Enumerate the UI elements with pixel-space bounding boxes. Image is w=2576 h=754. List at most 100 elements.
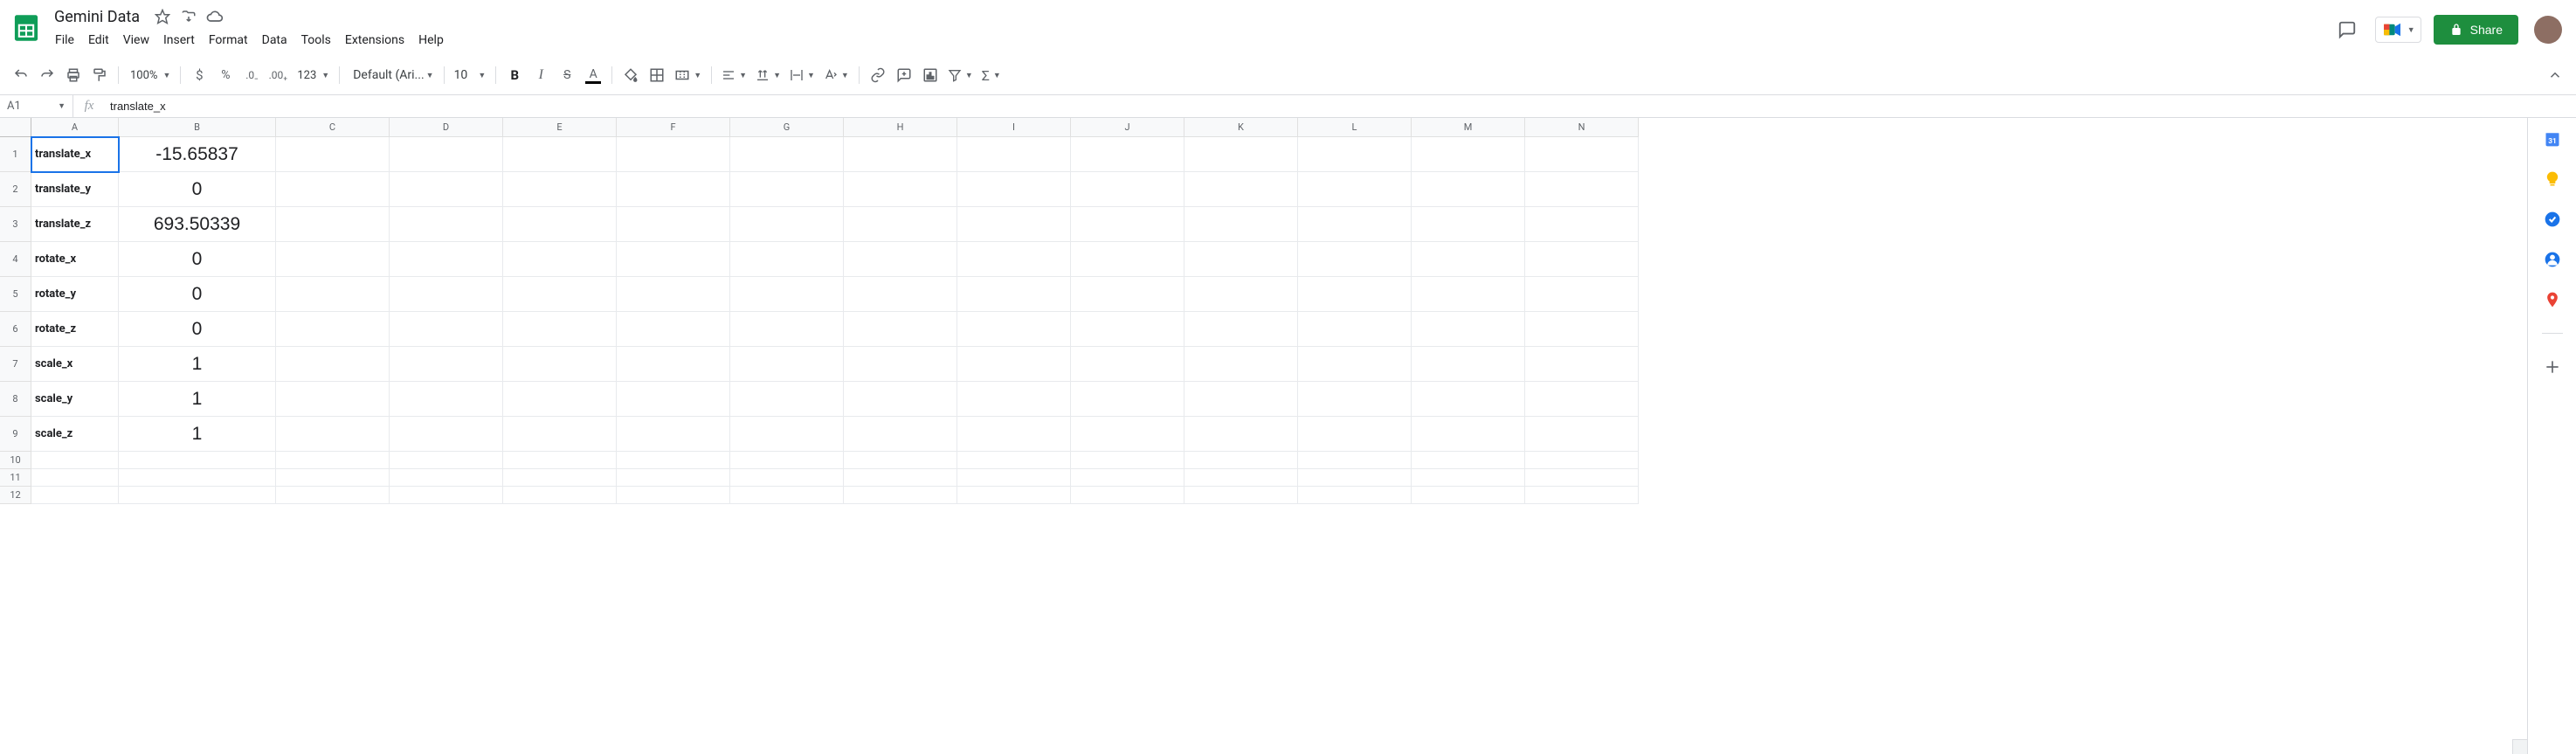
document-title[interactable]: Gemini Data bbox=[49, 6, 145, 28]
star-icon[interactable] bbox=[154, 8, 171, 25]
cell-M8[interactable] bbox=[1412, 382, 1525, 417]
row-header-12[interactable]: 12 bbox=[0, 487, 31, 504]
cell-F7[interactable] bbox=[617, 347, 730, 382]
cell-K11[interactable] bbox=[1184, 469, 1298, 487]
cell-D6[interactable] bbox=[390, 312, 503, 347]
cell-L5[interactable] bbox=[1298, 277, 1412, 312]
cell-G10[interactable] bbox=[730, 452, 844, 469]
cell-C3[interactable] bbox=[276, 207, 390, 242]
cell-D8[interactable] bbox=[390, 382, 503, 417]
cell-B11[interactable] bbox=[119, 469, 276, 487]
menu-insert[interactable]: Insert bbox=[157, 30, 201, 51]
cell-B5[interactable]: 0 bbox=[119, 277, 276, 312]
cell-K9[interactable] bbox=[1184, 417, 1298, 452]
cell-F9[interactable] bbox=[617, 417, 730, 452]
cell-F8[interactable] bbox=[617, 382, 730, 417]
cell-L10[interactable] bbox=[1298, 452, 1412, 469]
cell-G3[interactable] bbox=[730, 207, 844, 242]
cell-B6[interactable]: 0 bbox=[119, 312, 276, 347]
cell-A2[interactable]: translate_y bbox=[31, 172, 119, 207]
menu-format[interactable]: Format bbox=[203, 30, 254, 51]
cell-A6[interactable]: rotate_z bbox=[31, 312, 119, 347]
cell-K4[interactable] bbox=[1184, 242, 1298, 277]
row-header-3[interactable]: 3 bbox=[0, 207, 31, 242]
row-header-2[interactable]: 2 bbox=[0, 172, 31, 207]
cell-F10[interactable] bbox=[617, 452, 730, 469]
keep-icon[interactable] bbox=[2544, 170, 2561, 188]
cell-E10[interactable] bbox=[503, 452, 617, 469]
font-size-dropdown[interactable]: 10▼ bbox=[451, 63, 490, 87]
functions-button[interactable]: Σ▼ bbox=[978, 63, 1005, 87]
cell-M4[interactable] bbox=[1412, 242, 1525, 277]
cell-C1[interactable] bbox=[276, 137, 390, 172]
cell-H3[interactable] bbox=[844, 207, 957, 242]
cell-F4[interactable] bbox=[617, 242, 730, 277]
cell-C7[interactable] bbox=[276, 347, 390, 382]
cell-K2[interactable] bbox=[1184, 172, 1298, 207]
cell-C11[interactable] bbox=[276, 469, 390, 487]
cell-D7[interactable] bbox=[390, 347, 503, 382]
cell-E4[interactable] bbox=[503, 242, 617, 277]
cell-D3[interactable] bbox=[390, 207, 503, 242]
col-header-E[interactable]: E bbox=[503, 118, 617, 137]
meet-button[interactable]: ▼ bbox=[2375, 17, 2421, 43]
select-all-corner[interactable] bbox=[0, 118, 31, 137]
cell-M3[interactable] bbox=[1412, 207, 1525, 242]
cell-B9[interactable]: 1 bbox=[119, 417, 276, 452]
col-header-D[interactable]: D bbox=[390, 118, 503, 137]
cell-E1[interactable] bbox=[503, 137, 617, 172]
cell-L4[interactable] bbox=[1298, 242, 1412, 277]
menu-data[interactable]: Data bbox=[256, 30, 294, 51]
cell-N5[interactable] bbox=[1525, 277, 1639, 312]
cell-E2[interactable] bbox=[503, 172, 617, 207]
cell-I4[interactable] bbox=[957, 242, 1071, 277]
row-header-7[interactable]: 7 bbox=[0, 347, 31, 382]
cell-J2[interactable] bbox=[1071, 172, 1184, 207]
strikethrough-button[interactable]: S bbox=[555, 63, 579, 87]
cell-K12[interactable] bbox=[1184, 487, 1298, 504]
cell-E8[interactable] bbox=[503, 382, 617, 417]
tasks-icon[interactable] bbox=[2544, 211, 2561, 228]
cell-B2[interactable]: 0 bbox=[119, 172, 276, 207]
format-currency-button[interactable]: $ bbox=[187, 63, 211, 87]
row-header-1[interactable]: 1 bbox=[0, 137, 31, 172]
cell-J5[interactable] bbox=[1071, 277, 1184, 312]
cell-M9[interactable] bbox=[1412, 417, 1525, 452]
cell-D9[interactable] bbox=[390, 417, 503, 452]
move-icon[interactable] bbox=[180, 8, 197, 25]
cell-I8[interactable] bbox=[957, 382, 1071, 417]
cell-C6[interactable] bbox=[276, 312, 390, 347]
cell-A5[interactable]: rotate_y bbox=[31, 277, 119, 312]
cell-J9[interactable] bbox=[1071, 417, 1184, 452]
get-addons-icon[interactable] bbox=[2544, 358, 2561, 376]
cell-E5[interactable] bbox=[503, 277, 617, 312]
cell-L8[interactable] bbox=[1298, 382, 1412, 417]
cell-D1[interactable] bbox=[390, 137, 503, 172]
fill-color-button[interactable] bbox=[618, 63, 643, 87]
cell-G5[interactable] bbox=[730, 277, 844, 312]
zoom-dropdown[interactable]: 100%▼ bbox=[125, 63, 174, 87]
cell-A12[interactable] bbox=[31, 487, 119, 504]
cell-M6[interactable] bbox=[1412, 312, 1525, 347]
name-box[interactable]: A1▼ bbox=[0, 95, 73, 117]
cell-N7[interactable] bbox=[1525, 347, 1639, 382]
cell-H7[interactable] bbox=[844, 347, 957, 382]
cell-D12[interactable] bbox=[390, 487, 503, 504]
col-header-C[interactable]: C bbox=[276, 118, 390, 137]
cell-F12[interactable] bbox=[617, 487, 730, 504]
cell-B1[interactable]: -15.65837 bbox=[119, 137, 276, 172]
cell-L6[interactable] bbox=[1298, 312, 1412, 347]
cell-G4[interactable] bbox=[730, 242, 844, 277]
cell-K3[interactable] bbox=[1184, 207, 1298, 242]
cell-F1[interactable] bbox=[617, 137, 730, 172]
decrease-decimal-button[interactable]: .0₋ bbox=[239, 63, 264, 87]
cell-I2[interactable] bbox=[957, 172, 1071, 207]
cell-H1[interactable] bbox=[844, 137, 957, 172]
col-header-N[interactable]: N bbox=[1525, 118, 1639, 137]
row-header-9[interactable]: 9 bbox=[0, 417, 31, 452]
col-header-L[interactable]: L bbox=[1298, 118, 1412, 137]
cell-J10[interactable] bbox=[1071, 452, 1184, 469]
cell-F5[interactable] bbox=[617, 277, 730, 312]
cell-C12[interactable] bbox=[276, 487, 390, 504]
cell-H4[interactable] bbox=[844, 242, 957, 277]
